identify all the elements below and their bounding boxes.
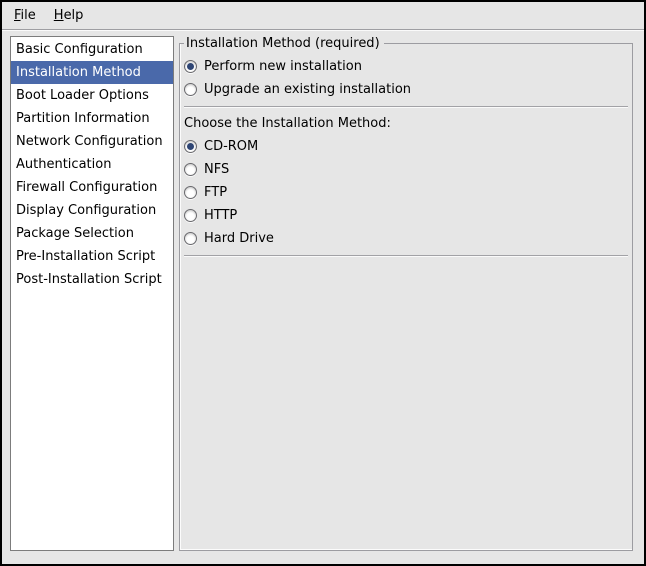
radio-hard-drive[interactable]: Hard Drive bbox=[184, 227, 628, 250]
sidebar-item-display-configuration[interactable]: Display Configuration bbox=[11, 199, 173, 222]
radio-button-icon bbox=[184, 60, 197, 73]
menu-help-label: elp bbox=[64, 8, 84, 23]
radio-button-icon bbox=[184, 140, 197, 153]
separator bbox=[184, 255, 628, 257]
sidebar-item-basic-configuration[interactable]: Basic Configuration bbox=[11, 38, 173, 61]
sidebar-item-installation-method[interactable]: Installation Method bbox=[11, 61, 173, 84]
menubar: File Help bbox=[2, 2, 644, 30]
radio-label: Hard Drive bbox=[204, 231, 274, 246]
radio-button-icon bbox=[184, 209, 197, 222]
installation-method-panel: Installation Method (required) Perform n… bbox=[179, 36, 633, 551]
panel-title: Installation Method (required) bbox=[184, 36, 384, 51]
radio-upgrade-existing-installation[interactable]: Upgrade an existing installation bbox=[184, 78, 628, 101]
sidebar-item-pre-installation-script[interactable]: Pre-Installation Script bbox=[11, 245, 173, 268]
radio-http[interactable]: HTTP bbox=[184, 204, 628, 227]
sidebar-item-package-selection[interactable]: Package Selection bbox=[11, 222, 173, 245]
sidebar-item-firewall-configuration[interactable]: Firewall Configuration bbox=[11, 176, 173, 199]
menu-help-accel: H bbox=[54, 8, 64, 23]
radio-perform-new-installation[interactable]: Perform new installation bbox=[184, 55, 628, 78]
radio-button-icon bbox=[184, 232, 197, 245]
radio-ftp[interactable]: FTP bbox=[184, 181, 628, 204]
radio-label: NFS bbox=[204, 162, 229, 177]
radio-label: CD-ROM bbox=[204, 139, 258, 154]
radio-label: Upgrade an existing installation bbox=[204, 82, 411, 97]
radio-button-icon bbox=[184, 83, 197, 96]
radio-cdrom[interactable]: CD-ROM bbox=[184, 135, 628, 158]
radio-button-icon bbox=[184, 163, 197, 176]
sidebar-item-partition-information[interactable]: Partition Information bbox=[11, 107, 173, 130]
menu-file-label: ile bbox=[21, 8, 36, 23]
radio-label: HTTP bbox=[204, 208, 237, 223]
separator bbox=[184, 106, 628, 108]
sidebar-item-network-configuration[interactable]: Network Configuration bbox=[11, 130, 173, 153]
menu-file[interactable]: File bbox=[5, 5, 45, 26]
radio-label: FTP bbox=[204, 185, 227, 200]
sidebar-nav: Basic Configuration Installation Method … bbox=[10, 36, 174, 551]
radio-label: Perform new installation bbox=[204, 59, 362, 74]
menu-help[interactable]: Help bbox=[45, 5, 93, 26]
kickstart-configurator-window: File Help Basic Configuration Installati… bbox=[0, 0, 646, 566]
radio-nfs[interactable]: NFS bbox=[184, 158, 628, 181]
sidebar-item-authentication[interactable]: Authentication bbox=[11, 153, 173, 176]
sidebar-item-post-installation-script[interactable]: Post-Installation Script bbox=[11, 268, 173, 291]
sidebar-item-boot-loader-options[interactable]: Boot Loader Options bbox=[11, 84, 173, 107]
radio-button-icon bbox=[184, 186, 197, 199]
content-area: Basic Configuration Installation Method … bbox=[2, 30, 644, 564]
choose-method-label: Choose the Installation Method: bbox=[184, 113, 628, 135]
